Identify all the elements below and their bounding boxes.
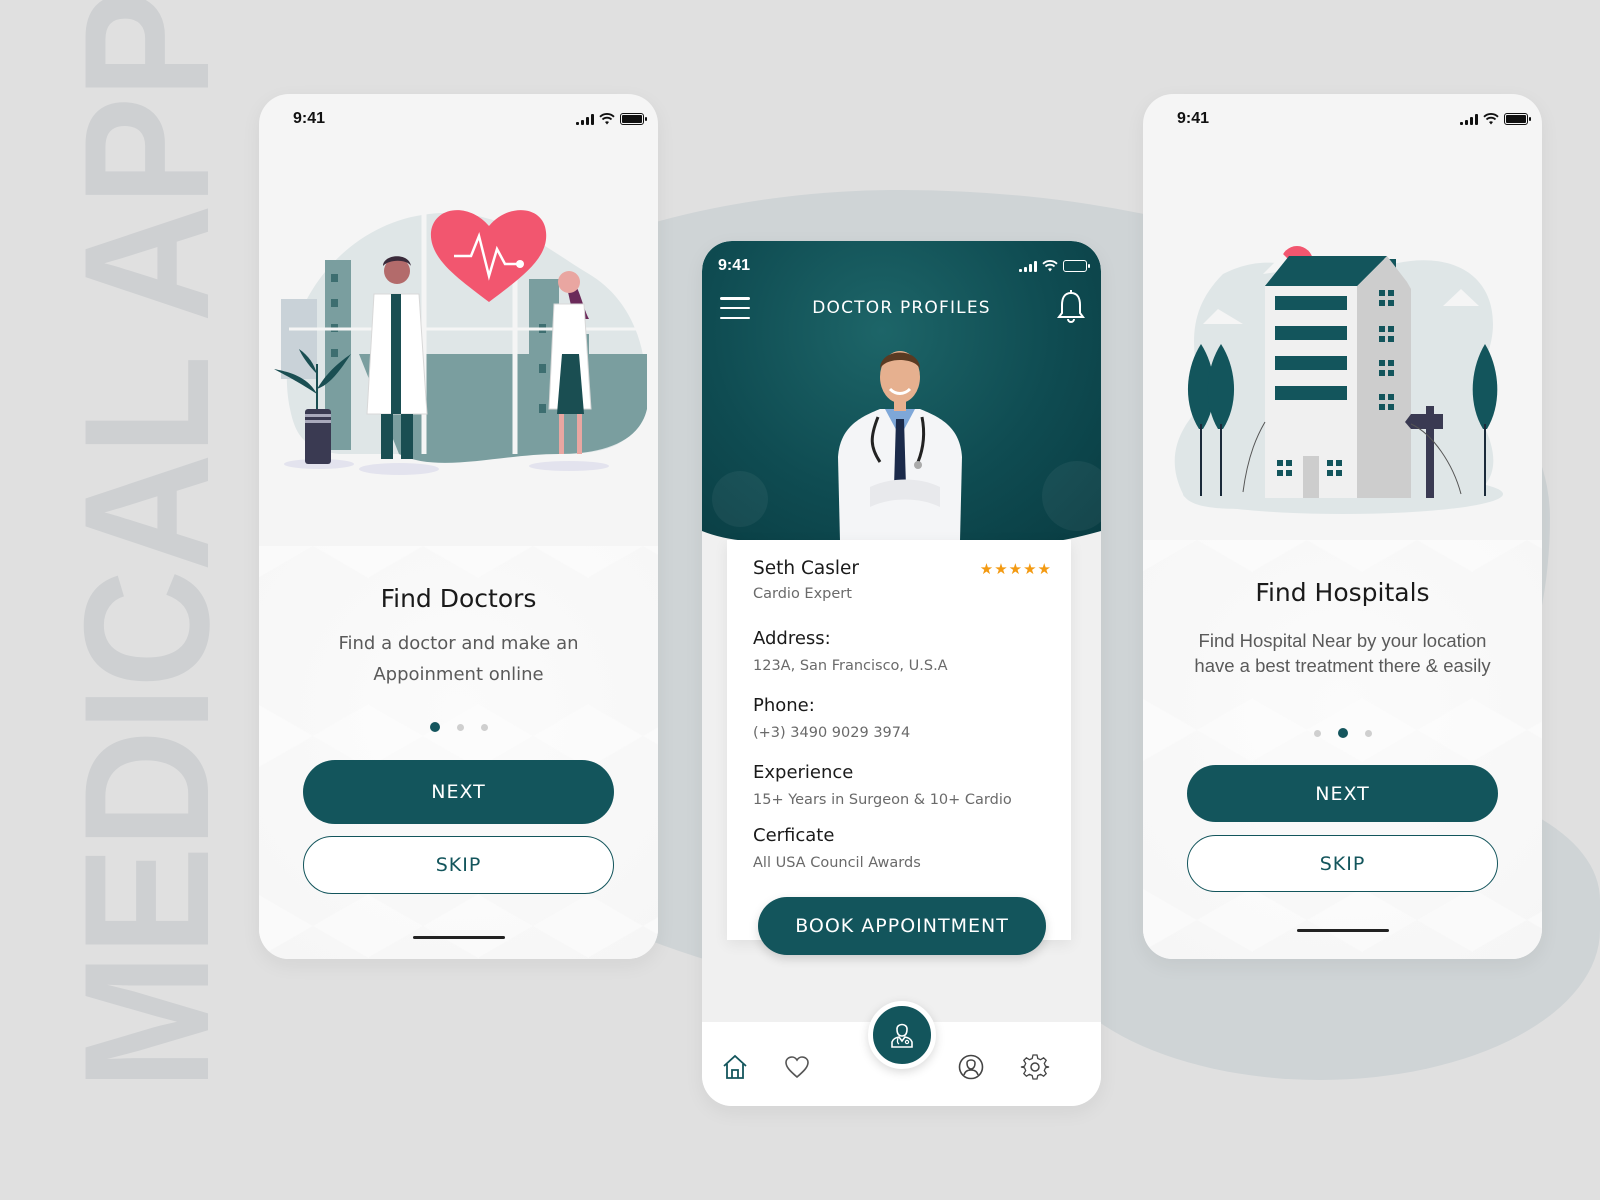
phone-label: Phone:: [753, 695, 815, 716]
wifi-icon: [1042, 260, 1058, 272]
status-bar: 9:41: [1143, 94, 1542, 144]
doctor-info-card: Seth Casler ★ ★ ★ ★ ★ Cardio Expert Address:…: [727, 540, 1071, 940]
phone-find-hospitals: 9:41 Find Hospitals Find Hospital Near b…: [1143, 94, 1542, 959]
skip-button[interactable]: SKIP: [1187, 835, 1498, 892]
star-icon: ★: [1023, 561, 1037, 578]
home-icon[interactable]: [720, 1052, 750, 1082]
battery-icon: [1504, 113, 1531, 125]
wifi-icon: [1483, 113, 1499, 125]
page-dot[interactable]: [1313, 729, 1321, 737]
certificate-value: All USA Council Awards: [753, 855, 921, 871]
status-time: 9:41: [293, 110, 326, 127]
status-time: 9:41: [718, 257, 751, 274]
star-icon: ★: [994, 561, 1008, 578]
page-dot[interactable]: [1364, 729, 1372, 737]
onboarding-description: Find Hospital Near by your location have…: [1194, 630, 1491, 676]
status-bar: 9:41: [259, 94, 658, 144]
hospital-building-illustration: [1174, 246, 1503, 514]
wifi-icon: [599, 113, 615, 125]
battery-icon: [620, 113, 647, 125]
bell-icon[interactable]: [1055, 289, 1087, 325]
address-label: Address:: [753, 628, 831, 649]
phone-value[interactable]: (+3) 3490 9029 3974: [753, 725, 910, 741]
star-icon: ★: [1037, 561, 1051, 578]
experience-label: Experience: [753, 762, 854, 783]
signal-icon: [1019, 261, 1037, 272]
star-icon: ★: [979, 561, 994, 578]
book-appointment-button[interactable]: BOOK APPOINTMENT: [758, 897, 1046, 955]
gear-icon[interactable]: [1020, 1052, 1050, 1082]
next-button[interactable]: NEXT: [1187, 765, 1498, 822]
home-indicator[interactable]: [412, 936, 505, 939]
onboarding-title: Find Doctors: [380, 584, 537, 613]
phone-find-doctors: 9:41 Find Doctors Find a doctor and make…: [259, 94, 658, 959]
home-indicator[interactable]: [1296, 929, 1389, 932]
doctor-fab-button[interactable]: [868, 1001, 936, 1069]
page-indicator: [1143, 728, 1542, 738]
status-time: 9:41: [1177, 110, 1210, 127]
page-dot[interactable]: [456, 723, 464, 731]
page-indicator: [259, 722, 658, 732]
onboarding-description: Find a doctor and make an Appoinment onl…: [338, 633, 579, 685]
page-title: DOCTOR PROFILES: [812, 298, 991, 318]
status-bar: 9:41: [702, 241, 1101, 291]
user-icon[interactable]: [956, 1052, 986, 1082]
profile-header: 9:41 DOCTOR PROFILES: [702, 241, 1101, 541]
signal-icon: [1460, 113, 1478, 125]
certificate-label: Cerficate: [753, 825, 835, 846]
onboarding-content: Find Hospitals Find Hospital Near by you…: [1143, 540, 1542, 959]
decorative-circle: [712, 471, 768, 527]
decorative-circle: [1042, 461, 1101, 531]
experience-value: 15+ Years in Surgeon & 10+ Cardio: [753, 792, 1012, 808]
doctor-icon: [891, 1023, 913, 1048]
page-dot-active[interactable]: [429, 722, 440, 732]
battery-icon: [1063, 260, 1087, 272]
doctor-name: Seth Casler: [753, 558, 860, 579]
skip-button[interactable]: SKIP: [303, 836, 614, 894]
doctors-with-heart-illustration: [274, 210, 647, 475]
signal-icon: [576, 113, 594, 125]
onboarding-content: Find Doctors Find a doctor and make an A…: [259, 546, 658, 959]
showcase-title: MEDICAL APP: [47, 0, 246, 1090]
doctor-specialty: Cardio Expert: [753, 586, 852, 602]
rating-stars: ★ ★ ★ ★ ★: [980, 560, 1051, 578]
doctor-photo: [830, 337, 970, 541]
phone-doctor-profile: 9:41 DOCTOR PROFILES Seth Casler ★ ★ ★ ★…: [702, 241, 1101, 1106]
heart-icon[interactable]: [782, 1052, 812, 1082]
onboarding-title: Find Hospitals: [1255, 578, 1430, 607]
next-button[interactable]: NEXT: [303, 760, 614, 824]
page-dot-active[interactable]: [1337, 728, 1348, 738]
address-value: 123A, San Francisco, U.S.A: [753, 658, 948, 674]
page-dot[interactable]: [480, 723, 488, 731]
star-icon: ★: [1008, 561, 1023, 578]
